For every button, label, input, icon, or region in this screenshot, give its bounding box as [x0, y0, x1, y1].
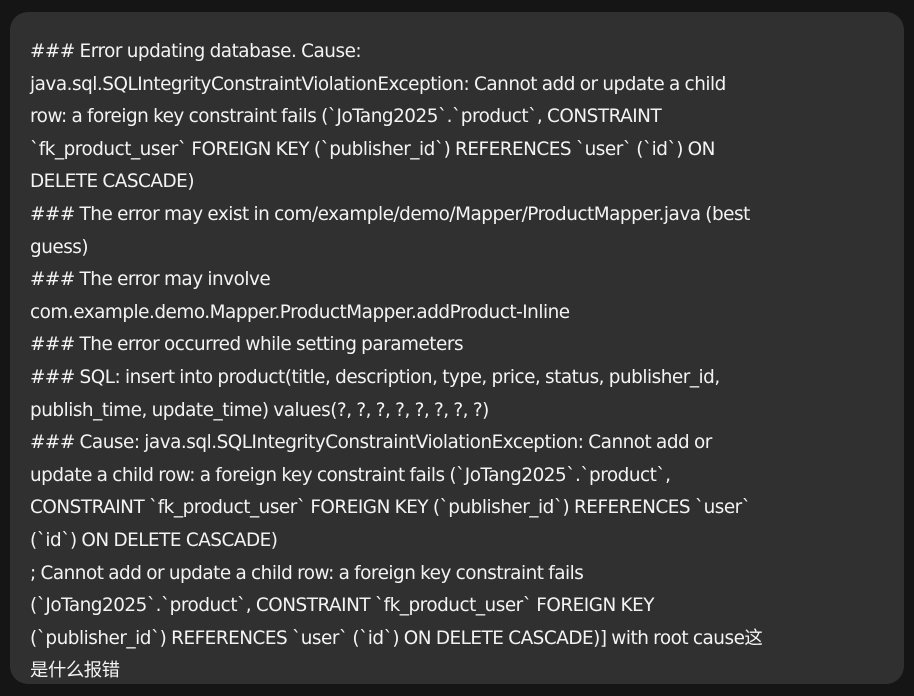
message-line: com.example.demo.Mapper.ProductMapper.ad… [30, 301, 570, 323]
message-line: 是什么报错 [30, 660, 120, 682]
message-line: ### SQL: insert into product(title, desc… [30, 366, 720, 388]
message-line: java.sql.SQLIntegrityConstraintViolation… [30, 73, 726, 95]
message-line: publish_time, update_time) values(?, ?, … [30, 399, 489, 421]
user-message-bubble: ### Error updating database. Cause: java… [10, 12, 904, 684]
message-line: (`JoTang2025`.`product`, CONSTRAINT `fk_… [30, 595, 654, 617]
message-line: ### The error occurred while setting par… [30, 334, 464, 356]
message-line: (`id`) ON DELETE CASCADE) [30, 529, 278, 551]
message-text: ### Error updating database. Cause: java… [30, 36, 884, 684]
message-line: ; Cannot add or update a child row: a fo… [30, 562, 584, 584]
message-line: ### Error updating database. Cause: [30, 41, 362, 62]
message-line: DELETE CASCADE) [30, 171, 195, 193]
message-line: CONSTRAINT `fk_product_user` FOREIGN KEY… [30, 497, 751, 519]
message-line: ### Cause: java.sql.SQLIntegrityConstrai… [30, 432, 712, 454]
message-line: update a child row: a foreign key constr… [30, 464, 671, 486]
message-line: (`publisher_id`) REFERENCES `user` (`id`… [30, 627, 763, 649]
message-line: ### The error may involve [30, 269, 271, 291]
message-line: guess) [30, 236, 89, 258]
message-line: `fk_product_user` FOREIGN KEY (`publishe… [30, 138, 715, 160]
message-line: row: a foreign key constraint fails (`Jo… [30, 106, 662, 128]
message-line: ### The error may exist in com/example/d… [30, 203, 750, 225]
